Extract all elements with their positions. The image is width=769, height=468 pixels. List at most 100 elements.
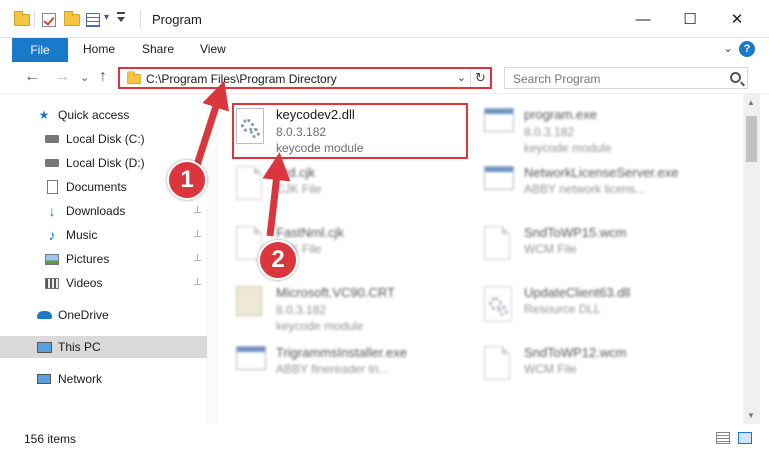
sidebar-item-label: Pictures	[66, 252, 110, 266]
file-description: keycode module	[276, 319, 364, 333]
toolbar-arrow-icon[interactable]	[117, 12, 125, 23]
document-icon	[484, 226, 514, 264]
drive-icon	[44, 155, 60, 171]
title-bar: ▾ Program — ☐ ✕	[0, 0, 769, 38]
sidebar-item-pictures[interactable]: Pictures ⊥	[0, 248, 207, 270]
pin-icon[interactable]: ⊥	[193, 253, 202, 264]
scroll-up-icon[interactable]: ▲	[747, 98, 755, 107]
tab-view[interactable]: View	[200, 42, 226, 56]
exe-icon	[236, 346, 266, 384]
minimize-button[interactable]: —	[620, 0, 666, 38]
status-bar: 156 items	[0, 424, 769, 468]
address-folder-icon	[127, 71, 141, 85]
file-item-sndtowp12-wcm[interactable]: SndToWP12.wcm WCM File	[484, 342, 724, 396]
properties-icon[interactable]	[86, 11, 100, 29]
exe-icon	[484, 108, 514, 146]
sidebar-scrollbar[interactable]	[207, 94, 219, 424]
close-button[interactable]: ✕	[714, 0, 760, 38]
file-version: 8.0.3.182	[276, 303, 327, 317]
scrollbar-thumb[interactable]	[746, 116, 757, 162]
sidebar-item-network[interactable]: Network	[0, 368, 207, 390]
address-bar[interactable]: C:\Program Files\Program Directory ⌄ ↻	[118, 67, 492, 89]
window-title: Program	[152, 12, 202, 27]
file-item-networklicenseserver-exe[interactable]: NetworkLicenseServer.exe ABBY network li…	[484, 162, 724, 216]
sidebar-item-label: Local Disk (D:)	[66, 156, 145, 170]
sidebar-item-videos[interactable]: Videos ⊥	[0, 272, 207, 294]
pin-icon[interactable]: ⊥	[193, 205, 202, 216]
file-item-sndtowp15-wcm[interactable]: SndToWP15.wcm WCM File	[484, 222, 724, 276]
file-description: Resource DLL	[524, 302, 601, 316]
sidebar-item-onedrive[interactable]: OneDrive	[0, 304, 207, 326]
sidebar-item-label: OneDrive	[58, 308, 109, 322]
expand-ribbon-icon[interactable]: ⌄	[723, 41, 733, 55]
exe-icon	[484, 166, 514, 204]
cloud-icon	[36, 307, 52, 323]
search-placeholder: Search Program	[513, 72, 601, 86]
file-item-trigrammsinstaller-exe[interactable]: TrigrammsInstaller.exe ABBY finereader t…	[236, 342, 476, 396]
file-description: WCM File	[524, 362, 577, 376]
file-name: FastNml.cjk	[276, 225, 344, 240]
help-icon[interactable]: ?	[739, 41, 755, 57]
file-highlight-box	[232, 103, 468, 159]
folder-icon[interactable]	[14, 11, 30, 29]
documents-icon	[44, 179, 60, 195]
sidebar-item-music[interactable]: ♪ Music ⊥	[0, 224, 207, 246]
download-icon: ↓	[48, 203, 56, 219]
up-arrow-icon[interactable]: ↑	[99, 68, 107, 86]
sidebar-item-label: Quick access	[58, 108, 130, 122]
details-view-icon[interactable]	[716, 432, 730, 444]
file-description: ABBY finereader tri...	[276, 362, 389, 376]
file-description: CJK File	[276, 182, 322, 196]
file-name: UpdateClient63.dll	[524, 285, 631, 300]
file-name: program.exe	[524, 107, 597, 122]
pin-icon[interactable]: ⊥	[193, 277, 202, 288]
item-count: 156 items	[24, 432, 77, 446]
scroll-down-icon[interactable]: ▼	[747, 411, 755, 420]
videos-icon	[44, 275, 60, 291]
document-icon	[236, 166, 266, 204]
sidebar-item-downloads[interactable]: ↓ Downloads ⊥	[0, 200, 207, 222]
recent-locations-icon[interactable]: ⌄	[80, 71, 89, 84]
tab-home[interactable]: Home	[83, 42, 115, 56]
file-description: keycode module	[524, 141, 612, 155]
file-description: WCM File	[524, 242, 577, 256]
address-path[interactable]: C:\Program Files\Program Directory	[146, 72, 337, 86]
navigation-bar: ← → ⌄ ↑ C:\Program Files\Program Directo…	[0, 62, 769, 94]
forward-arrow-icon[interactable]: →	[54, 68, 70, 86]
properties-check-icon[interactable]	[42, 11, 56, 29]
music-icon: ♪	[48, 227, 56, 243]
sidebar-item-quick-access[interactable]: ★ Quick access	[0, 104, 207, 126]
step-2-badge: 2	[258, 240, 298, 280]
drive-icon	[44, 131, 60, 147]
step-1-badge: 1	[167, 160, 207, 200]
customize-toolbar-dropdown[interactable]: ▾	[104, 12, 109, 23]
file-name: Microsoft.VC90.CRT	[276, 285, 395, 300]
maximize-button[interactable]: ☐	[667, 0, 713, 38]
tab-share[interactable]: Share	[142, 42, 174, 56]
file-item-microsoft-vc90-crt[interactable]: Microsoft.VC90.CRT 8.0.3.182 keycode mod…	[236, 282, 476, 336]
sidebar-item-local-disk-c[interactable]: Local Disk (C:)	[0, 128, 207, 150]
gear-document-icon	[484, 286, 514, 324]
file-name: TrigrammsInstaller.exe	[276, 345, 407, 360]
sidebar-item-label: Documents	[66, 180, 127, 194]
search-input[interactable]: Search Program	[504, 67, 748, 89]
file-name: SndToWP12.wcm	[524, 345, 627, 360]
large-icons-view-icon[interactable]	[738, 432, 752, 444]
back-arrow-icon[interactable]: ←	[24, 68, 40, 86]
sidebar-item-this-pc[interactable]: This PC	[0, 336, 207, 358]
vertical-scrollbar[interactable]: ▲ ▼	[743, 94, 760, 424]
file-item-btd-cjk[interactable]: Btd.cjk CJK File	[236, 162, 476, 216]
file-name: SndToWP15.wcm	[524, 225, 627, 240]
sidebar-item-label: Local Disk (C:)	[66, 132, 145, 146]
sidebar-item-label: Network	[58, 372, 103, 386]
file-version: 8.0.3.182	[524, 125, 575, 139]
ribbon: File Home Share View ⌄ ?	[0, 38, 769, 62]
tab-file[interactable]: File	[12, 38, 68, 62]
pin-icon[interactable]: ⊥	[193, 229, 202, 240]
file-item-updateclient63-dll[interactable]: UpdateClient63.dll Resource DLL	[484, 282, 724, 336]
file-item-program-exe[interactable]: program.exe 8.0.3.182 keycode module	[484, 104, 724, 158]
new-folder-icon[interactable]	[64, 11, 80, 29]
refresh-icon[interactable]: ↻	[470, 69, 490, 87]
computer-icon	[36, 339, 52, 355]
address-dropdown-icon[interactable]: ⌄	[457, 71, 466, 84]
